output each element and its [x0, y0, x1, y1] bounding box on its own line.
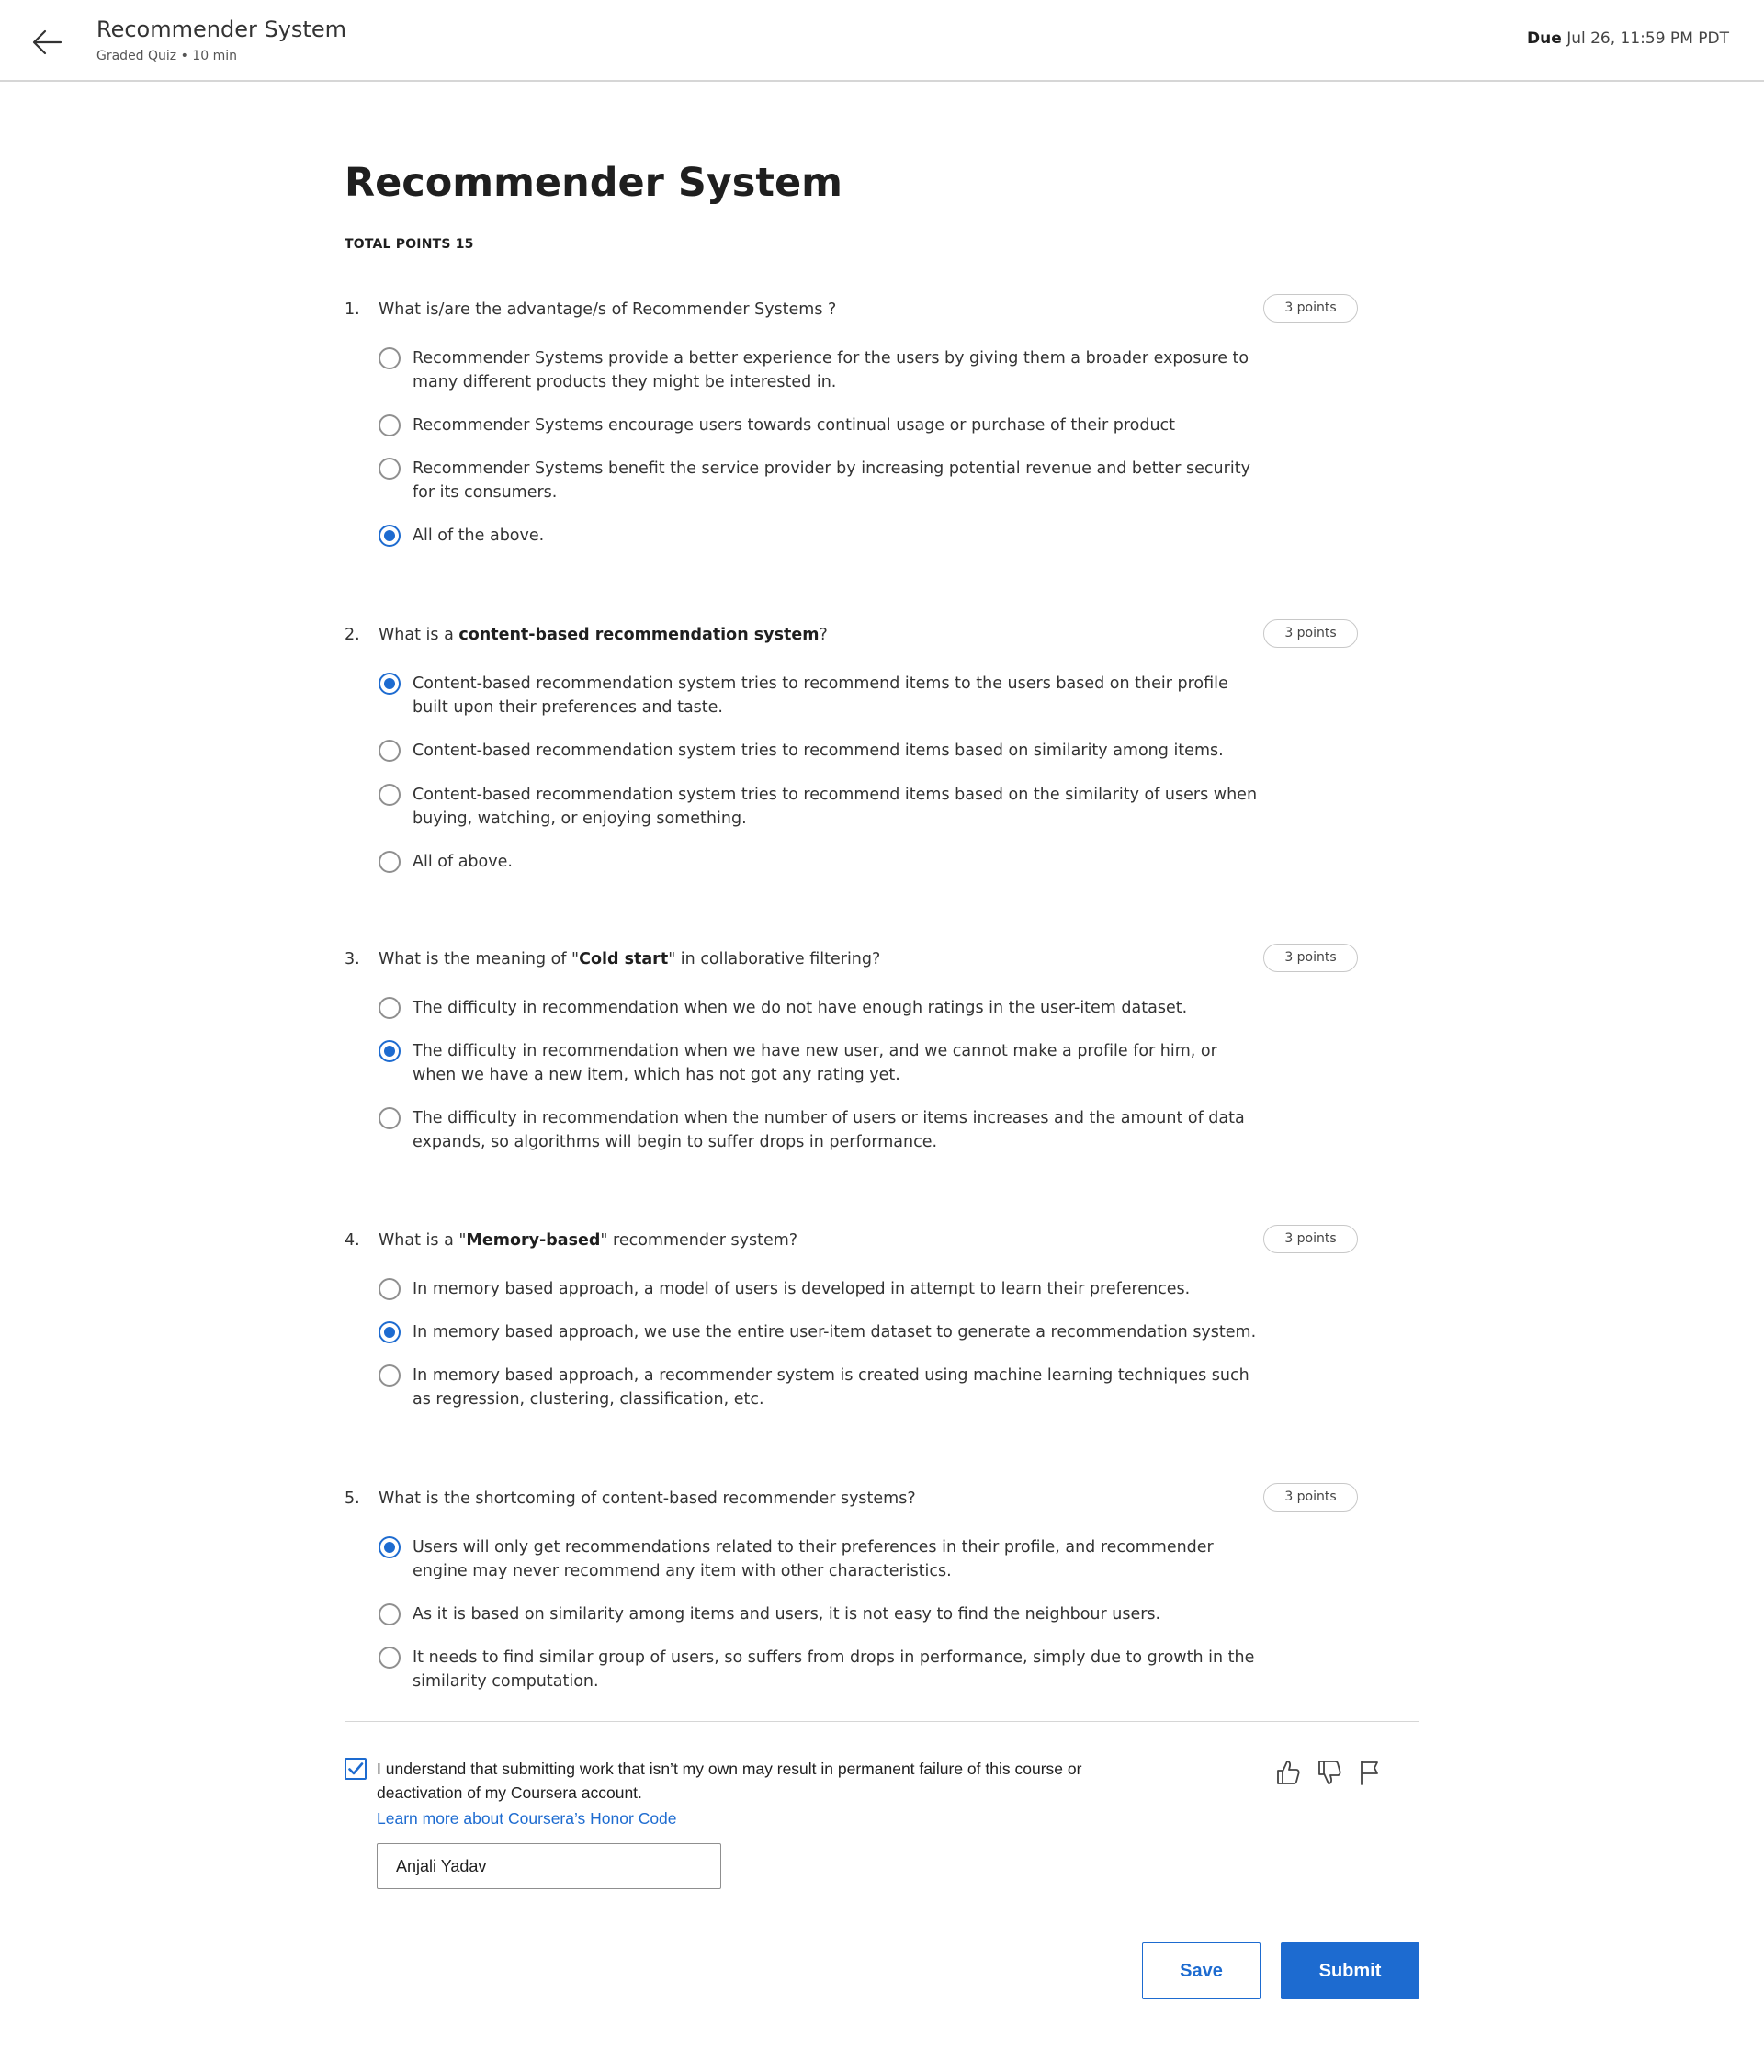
radio-button[interactable]: [379, 784, 401, 806]
top-bar: Recommender System Graded Quiz • 10 min …: [0, 0, 1764, 82]
question-text-bold: content-based recommendation system: [458, 626, 820, 644]
radio-button[interactable]: [379, 458, 401, 480]
radio-button[interactable]: [379, 740, 401, 762]
radio-button[interactable]: [379, 851, 401, 873]
question-5: 5. What is the shortcoming of content-ba…: [345, 1483, 1364, 1691]
radio-button[interactable]: [379, 1278, 401, 1300]
question-text: What is the shortcoming of content-based…: [379, 1489, 916, 1508]
question-number: 3.: [345, 950, 360, 968]
header-title: Recommender System: [96, 17, 346, 42]
points-badge: 3 points: [1263, 1225, 1358, 1253]
option-label: The difficulty in recommendation when we…: [413, 1042, 1217, 1084]
points-badge: 3 points: [1263, 619, 1358, 648]
question-header: 4. What is a "Memory-based" recommender …: [345, 1225, 1364, 1259]
option-label: In memory based approach, a model of use…: [413, 1280, 1191, 1298]
option-label: Recommender Systems encourage users towa…: [413, 416, 1176, 435]
honor-code-link[interactable]: Learn more about Coursera’s Honor Code: [377, 1809, 677, 1829]
due-value: Jul 26, 11:59 PM PDT: [1566, 29, 1729, 48]
question-header: 1. What is/are the advantage/s of Recomm…: [345, 294, 1364, 328]
radio-button[interactable]: [379, 1040, 401, 1062]
question-header: 3. What is the meaning of "Cold start" i…: [345, 944, 1364, 978]
honor-code-checkbox[interactable]: [345, 1758, 367, 1780]
question-text-part: ?: [819, 626, 828, 644]
option-label: The difficulty in recommendation when we…: [413, 999, 1188, 1017]
radio-button[interactable]: [379, 1603, 401, 1625]
question-3: 3. What is the meaning of "Cold start" i…: [345, 944, 1364, 1151]
divider: [345, 1721, 1419, 1722]
question-header: 2. What is a content-based recommendatio…: [345, 619, 1364, 653]
radio-button[interactable]: [379, 1536, 401, 1558]
like-button[interactable]: [1275, 1759, 1301, 1786]
radio-button[interactable]: [379, 414, 401, 436]
option-label: In memory based approach, we use the ent…: [413, 1323, 1257, 1342]
radio-button[interactable]: [379, 1321, 401, 1343]
question-number: 1.: [345, 300, 360, 319]
question-header: 5. What is the shortcoming of content-ba…: [345, 1483, 1364, 1517]
question-number: 2.: [345, 626, 360, 644]
question-text-bold: Memory-based: [466, 1231, 601, 1250]
radio-button[interactable]: [379, 1107, 401, 1129]
question-text-part: What is a: [379, 626, 459, 644]
question-text: What is a "Memory-based" recommender sys…: [379, 1231, 797, 1250]
question-number: 5.: [345, 1489, 360, 1508]
option-label: Recommender Systems benefit the service …: [413, 459, 1250, 502]
due-label: Due: [1527, 29, 1562, 48]
points-badge: 3 points: [1263, 1483, 1358, 1512]
radio-button[interactable]: [379, 347, 401, 369]
radio-button[interactable]: [379, 1364, 401, 1387]
legal-name-input[interactable]: [377, 1843, 721, 1889]
option-label: As it is based on similarity among items…: [413, 1605, 1161, 1624]
option-label: All of the above.: [413, 526, 545, 545]
option-label: Users will only get recommendations rela…: [413, 1538, 1214, 1580]
radio-button[interactable]: [379, 997, 401, 1019]
option-label: The difficulty in recommendation when th…: [413, 1109, 1245, 1151]
points-badge: 3 points: [1263, 944, 1358, 972]
submit-button[interactable]: Submit: [1281, 1942, 1419, 1999]
radio-button[interactable]: [379, 1647, 401, 1669]
question-text-part: What is the meaning of ": [379, 950, 580, 968]
question-number: 4.: [345, 1231, 360, 1250]
question-text-part: What is/are the advantage/s of Recommend…: [379, 300, 837, 319]
question-text: What is a content-based recommendation s…: [379, 626, 828, 644]
page-title: Recommender System: [345, 160, 842, 206]
header-subtitle: Graded Quiz • 10 min: [96, 49, 237, 63]
points-badge: 3 points: [1263, 294, 1358, 323]
question-text: What is the meaning of "Cold start" in c…: [379, 950, 880, 968]
option-label: Recommender Systems provide a better exp…: [413, 349, 1250, 391]
question-text-part: What is a ": [379, 1231, 467, 1250]
flag-icon: [1361, 1761, 1378, 1785]
option-label: Content-based recommendation system trie…: [413, 786, 1258, 828]
back-button[interactable]: [31, 26, 64, 59]
question-1: 1. What is/are the advantage/s of Recomm…: [345, 294, 1364, 547]
save-button[interactable]: Save: [1142, 1942, 1261, 1999]
question-text-part: " in collaborative filtering?: [668, 950, 881, 968]
option-label: It needs to find similar group of users,…: [413, 1648, 1255, 1691]
option-label: Content-based recommendation system trie…: [413, 742, 1224, 760]
honor-code-statement: I understand that submitting work that i…: [377, 1760, 1082, 1802]
dislike-button[interactable]: [1317, 1759, 1342, 1786]
total-points: TOTAL POINTS 15: [345, 237, 474, 252]
question-text-part: What is the shortcoming of content-based…: [379, 1489, 916, 1508]
question-text-bold: Cold start: [579, 950, 669, 968]
radio-button[interactable]: [379, 525, 401, 547]
question-text: What is/are the advantage/s of Recommend…: [379, 300, 836, 319]
option-label: All of above.: [413, 853, 513, 871]
checkmark-icon: [348, 1762, 364, 1775]
question-4: 4. What is a "Memory-based" recommender …: [345, 1225, 1364, 1409]
due-date: Due Jul 26, 11:59 PM PDT: [1527, 29, 1729, 48]
option-label: Content-based recommendation system trie…: [413, 674, 1228, 717]
question-2: 2. What is a content-based recommendatio…: [345, 619, 1364, 873]
question-text-part: " recommender system?: [600, 1231, 798, 1250]
option-label: In memory based approach, a recommender …: [413, 1366, 1250, 1409]
arrow-left-icon: [32, 29, 62, 55]
radio-button[interactable]: [379, 673, 401, 695]
thumbs-up-icon: [1277, 1761, 1300, 1784]
thumbs-down-icon: [1318, 1761, 1341, 1784]
report-flag-button[interactable]: [1357, 1759, 1383, 1786]
